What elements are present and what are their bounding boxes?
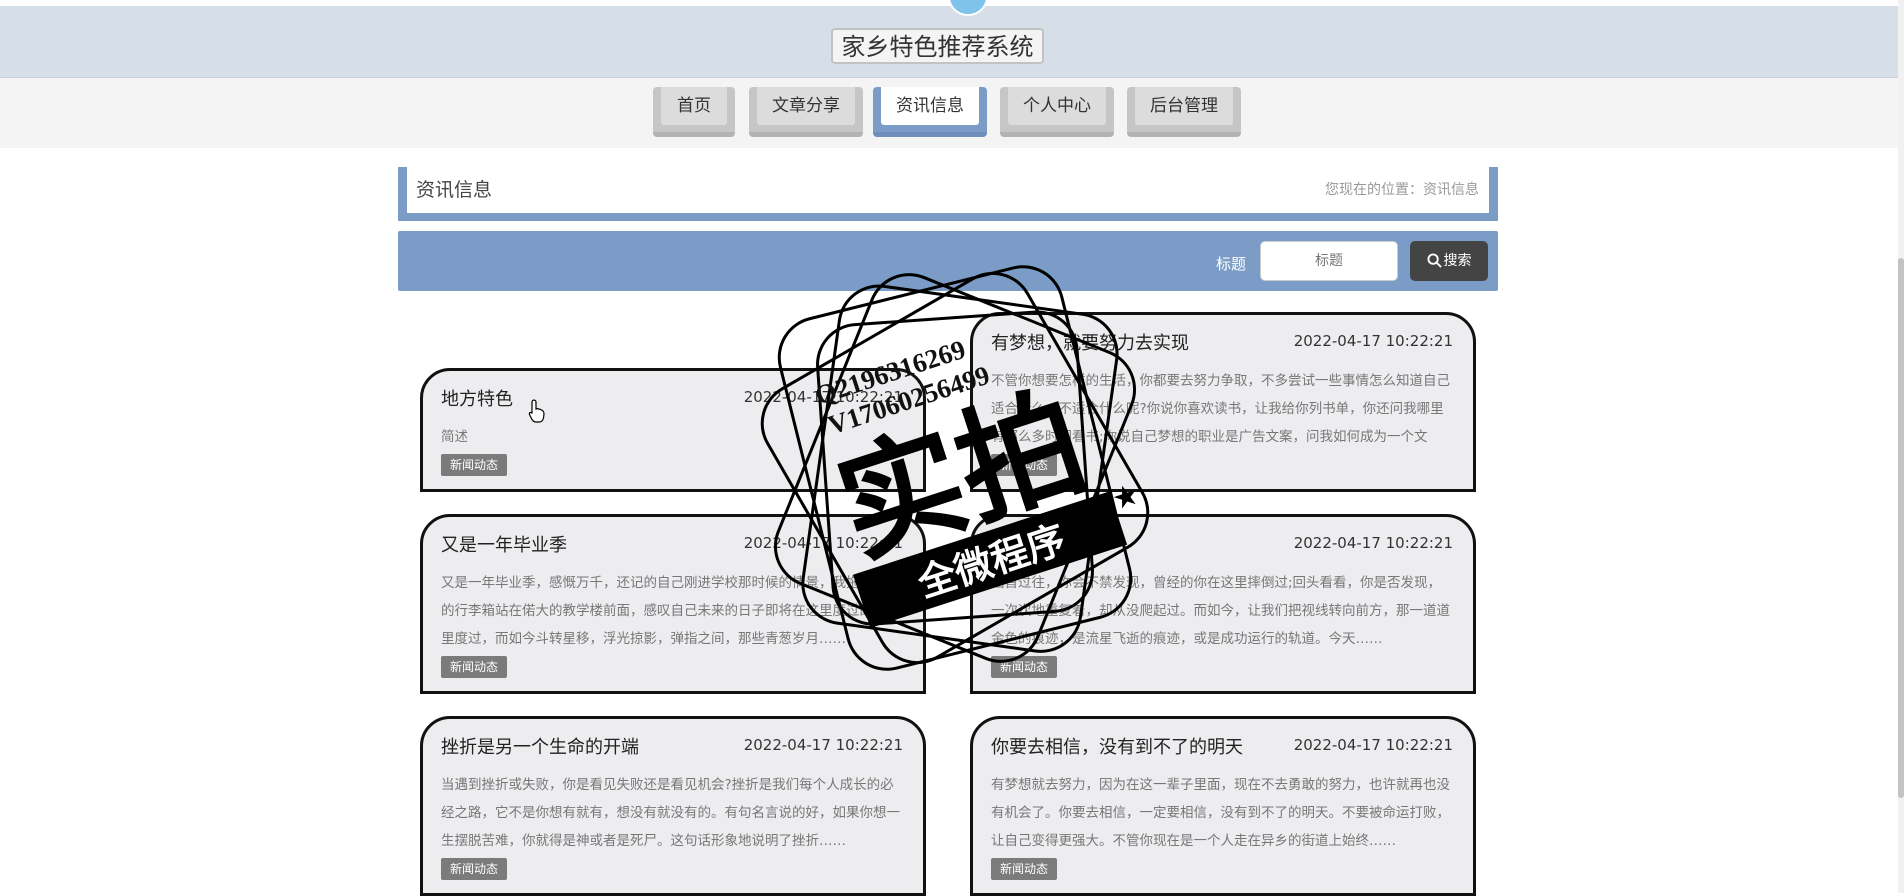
card-title: 地方特色 <box>441 389 513 410</box>
news-card[interactable]: 又是一年毕业季 2022-04-17 10:22:21 又是一年毕业季，感慨万千… <box>420 514 926 694</box>
site-title: 家乡特色推荐系统 <box>831 28 1044 64</box>
card-excerpt: 当遇到挫折或失败，你是看见失败还是看见机会?挫折是我们每个人成长的必经之路，它不… <box>441 777 900 849</box>
card-date: 2022-04-17 10:22:21 <box>1293 332 1453 350</box>
nav-articles[interactable]: 文章分享 <box>749 87 863 137</box>
card-date: 2022-04-17 10:22:21 <box>1293 736 1453 754</box>
nav-label: 文章分享 <box>757 87 855 125</box>
news-card[interactable]: 挫折是另一个生命的开端 2022-04-17 10:22:21 当遇到挫折或失败… <box>420 716 926 896</box>
nav-label: 首页 <box>661 87 727 125</box>
card-tag[interactable]: 新闻动态 <box>991 454 1058 476</box>
card-date: 2022-04-17 10:22:21 <box>743 736 903 754</box>
card-tag[interactable]: 新闻动态 <box>441 858 508 880</box>
card-excerpt: 回首过往，你会不禁发现，曾经的你在这里摔倒过;回头看看，你是否发现，一次次地重复… <box>991 575 1450 647</box>
nav-home[interactable]: 首页 <box>653 87 735 137</box>
nav-label: 个人中心 <box>1008 87 1106 125</box>
breadcrumb-location: 您现在的位置：资讯信息 <box>1325 182 1479 198</box>
search-input[interactable] <box>1260 241 1398 281</box>
nav-news[interactable]: 资讯信息 <box>873 87 987 137</box>
scrollbar-thumb[interactable] <box>1898 258 1904 798</box>
card-title: 挫折是另一个生命的开端 <box>441 737 639 758</box>
card-excerpt: 简述 <box>441 429 468 445</box>
card-date: 2022-04-17 10:22:21 <box>743 534 903 552</box>
news-card[interactable]: 你要去相信，没有到不了的明天 2022-04-17 10:22:21 有梦想就去… <box>970 716 1476 896</box>
logo-icon <box>948 0 988 16</box>
card-excerpt: 不管你想要怎样的生活，你都要去努力争取，不多尝试一些事情怎么知道自己适合什么、不… <box>991 373 1450 445</box>
card-tag[interactable]: 新闻动态 <box>991 656 1058 678</box>
card-date: 2022-04-17 10:22:21 <box>1293 534 1453 552</box>
breadcrumb: 资讯信息 您现在的位置：资讯信息 <box>398 167 1498 221</box>
card-excerpt: 有梦想就去努力，因为在这一辈子里面，现在不去勇敢的努力，也许就再也没有机会了。你… <box>991 777 1450 849</box>
search-icon <box>1426 253 1442 268</box>
search-bar: 标题 搜索 <box>398 231 1498 291</box>
site-header: 家乡特色推荐系统 <box>0 0 1898 78</box>
card-title: 有梦想，就要努力去实现 <box>991 333 1189 354</box>
card-title: 你要去相信，没有到不了的明天 <box>991 737 1243 758</box>
nav-profile[interactable]: 个人中心 <box>1000 87 1114 137</box>
page-scrollbar[interactable] <box>1898 0 1904 893</box>
nav-admin[interactable]: 后台管理 <box>1127 87 1241 137</box>
news-card[interactable]: 有梦想，就要努力去实现 2022-04-17 10:22:21 不管你想要怎样的… <box>970 312 1476 492</box>
page-title: 资讯信息 <box>416 179 493 201</box>
hand-cursor-icon <box>528 399 545 423</box>
card-excerpt: 又是一年毕业季，感慨万千，还记的自己刚进学校那时候的情景，我拖着沉重的行李箱站在… <box>441 575 900 647</box>
card-tag[interactable]: 新闻动态 <box>991 858 1058 880</box>
card-title: 理想常在心间 <box>991 535 1099 556</box>
news-card[interactable]: 理想常在心间 2022-04-17 10:22:21 回首过往，你会不禁发现，曾… <box>970 514 1476 694</box>
search-label: 标题 <box>1216 255 1247 273</box>
search-button-label: 搜索 <box>1443 253 1472 269</box>
nav-label: 资讯信息 <box>881 87 979 125</box>
card-tag[interactable]: 新闻动态 <box>441 656 508 678</box>
card-date: 2022-04-17 10:22:21 <box>743 388 903 406</box>
card-tag[interactable]: 新闻动态 <box>441 454 508 476</box>
search-button[interactable]: 搜索 <box>1410 241 1488 281</box>
card-title: 又是一年毕业季 <box>441 535 567 556</box>
nav-label: 后台管理 <box>1135 87 1233 125</box>
news-card[interactable]: 地方特色 2022-04-17 10:22:21 简述 新闻动态 <box>420 368 926 492</box>
